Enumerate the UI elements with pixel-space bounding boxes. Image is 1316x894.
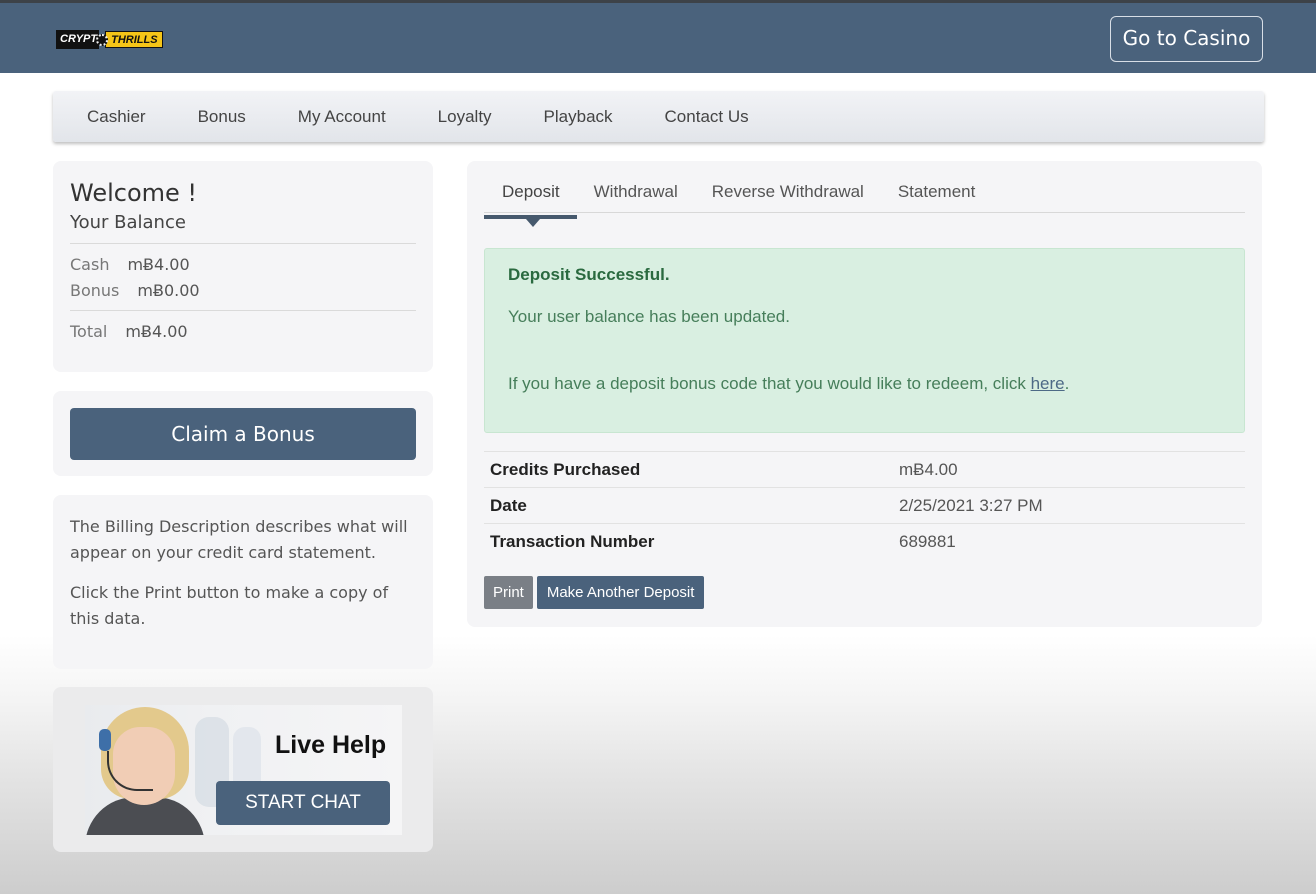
table-row: Date 2/25/2021 3:27 PM (484, 488, 1245, 524)
live-help-panel: Live Help START CHAT (53, 687, 433, 852)
alert-bonus-code-suffix: . (1064, 374, 1070, 393)
tab-deposit[interactable]: Deposit (484, 179, 577, 227)
cashier-tabs: Deposit Withdrawal Reverse Withdrawal St… (484, 179, 1245, 227)
balance-subtitle: Your Balance (70, 211, 416, 244)
bonus-label: Bonus (70, 281, 120, 300)
bonus-balance-row: Bonus mɃ0.00 (70, 278, 416, 304)
nav-item-my-account[interactable]: My Account (298, 107, 386, 127)
claim-bonus-button[interactable]: Claim a Bonus (70, 408, 416, 460)
detail-value: 689881 (899, 532, 956, 551)
redeem-here-link[interactable]: here (1031, 374, 1065, 393)
start-chat-button[interactable]: START CHAT (216, 781, 390, 825)
total-balance-row: Total mɃ4.00 (70, 311, 416, 345)
headset-icon (99, 729, 111, 751)
alert-balance-updated-text: Your user balance has been updated. (508, 307, 790, 326)
action-buttons: Print Make Another Deposit (484, 576, 705, 609)
tab-reverse-withdrawal[interactable]: Reverse Withdrawal (695, 179, 881, 212)
cash-label: Cash (70, 255, 110, 274)
nav-item-cashier[interactable]: Cashier (87, 107, 146, 127)
balance-panel: Welcome ! Your Balance Cash mɃ4.00 Bonus m… (53, 161, 433, 372)
billing-description-text: The Billing Description describes what w… (70, 517, 408, 562)
bonus-value: mɃ0.00 (137, 281, 200, 300)
table-row: Credits Purchased mɃ4.00 (484, 452, 1245, 488)
poker-chip-icon (96, 33, 109, 46)
cryptothrills-logo[interactable]: CRYPT THRILLS (56, 30, 174, 49)
live-help-banner[interactable]: Live Help START CHAT (85, 705, 402, 835)
total-label: Total (70, 322, 108, 341)
total-value: mɃ4.00 (125, 322, 188, 341)
cash-balance-row: Cash mɃ4.00 (70, 252, 416, 278)
billing-info-panel: The Billing Description describes what w… (53, 495, 433, 669)
claim-bonus-panel: Claim a Bonus (53, 391, 433, 476)
tab-statement[interactable]: Statement (881, 179, 993, 212)
welcome-heading: Welcome ! (70, 179, 198, 207)
nav-item-bonus[interactable]: Bonus (198, 107, 246, 127)
detail-label: Date (490, 495, 527, 515)
alert-title: Deposit Successful. (508, 265, 670, 284)
tab-withdrawal[interactable]: Withdrawal (577, 179, 695, 212)
main-nav: Cashier Bonus My Account Loyalty Playbac… (53, 91, 1264, 142)
cashier-main-panel: Deposit Withdrawal Reverse Withdrawal St… (467, 161, 1262, 627)
nav-item-loyalty[interactable]: Loyalty (438, 107, 492, 127)
print-instruction-text: Click the Print button to make a copy of… (70, 583, 389, 628)
live-help-title: Live Help (275, 731, 387, 759)
print-button[interactable]: Print (484, 576, 533, 609)
nav-item-playback[interactable]: Playback (544, 107, 613, 127)
logo-text-crypt: CRYPT (56, 30, 100, 49)
nav-item-contact-us[interactable]: Contact Us (665, 107, 749, 127)
alert-bonus-code-prefix: If you have a deposit bonus code that yo… (508, 374, 1031, 393)
make-another-deposit-button[interactable]: Make Another Deposit (536, 576, 705, 609)
detail-label: Credits Purchased (490, 459, 641, 479)
logo-text-thrills: THRILLS (105, 31, 163, 48)
top-header: CRYPT THRILLS Go to Casino (0, 0, 1316, 73)
detail-value: 2/25/2021 3:27 PM (899, 495, 1043, 515)
cash-value: mɃ4.00 (127, 255, 190, 274)
deposit-success-alert: Deposit Successful. Your user balance ha… (484, 248, 1245, 433)
go-to-casino-button[interactable]: Go to Casino (1110, 16, 1263, 62)
table-row: Transaction Number 689881 (484, 524, 1245, 560)
detail-label: Transaction Number (490, 532, 655, 551)
transaction-details-table: Credits Purchased mɃ4.00 Date 2/25/2021 … (484, 451, 1245, 560)
detail-value: mɃ4.00 (899, 459, 958, 479)
alert-bonus-code-text: If you have a deposit bonus code that yo… (508, 374, 1221, 394)
